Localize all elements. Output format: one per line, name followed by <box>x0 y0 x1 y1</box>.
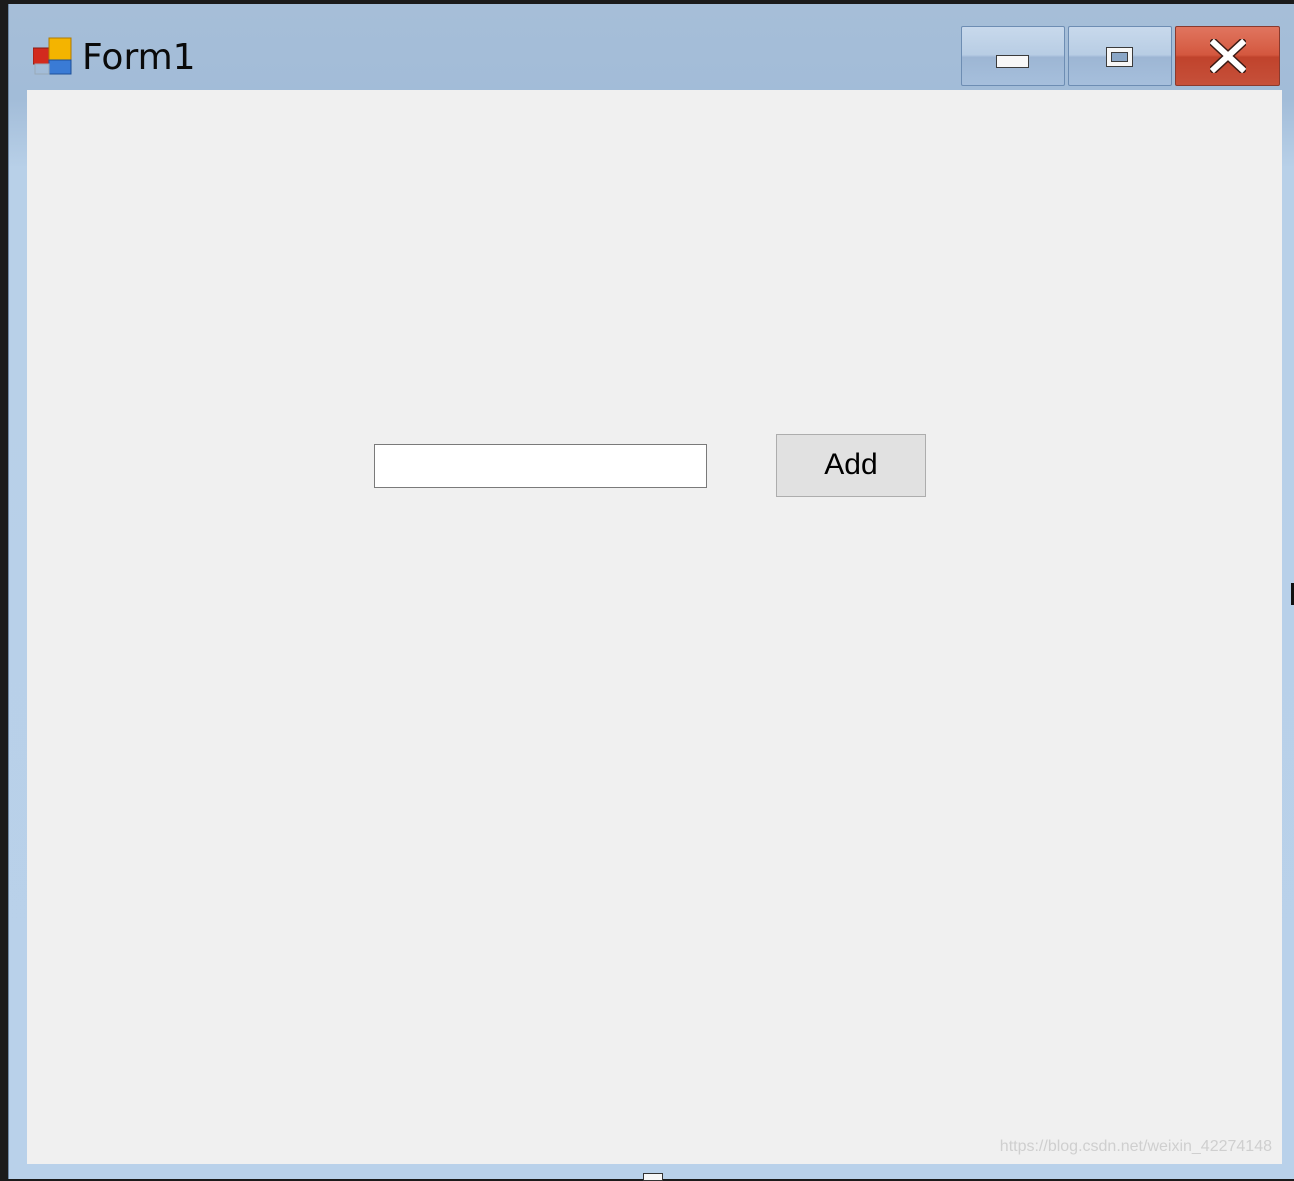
close-button[interactable] <box>1175 26 1280 86</box>
maximize-icon <box>1106 47 1133 67</box>
resize-handle[interactable] <box>643 1173 663 1181</box>
close-icon <box>1210 39 1246 73</box>
minimize-button[interactable] <box>961 26 1065 86</box>
form1-window: Form1 Add https://blog.csdn.net/weixin_4… <box>8 4 1294 1179</box>
title-bar[interactable]: Form1 <box>9 4 1294 90</box>
form-client-area: Add https://blog.csdn.net/weixin_4227414… <box>27 90 1282 1164</box>
window-title: Form1 <box>82 37 196 78</box>
add-button[interactable]: Add <box>776 434 926 497</box>
minimize-icon <box>996 55 1029 68</box>
app-icon <box>33 37 72 75</box>
text-input[interactable] <box>374 444 707 488</box>
watermark-text: https://blog.csdn.net/weixin_42274148 <box>999 1138 1272 1155</box>
maximize-button[interactable] <box>1068 26 1172 86</box>
